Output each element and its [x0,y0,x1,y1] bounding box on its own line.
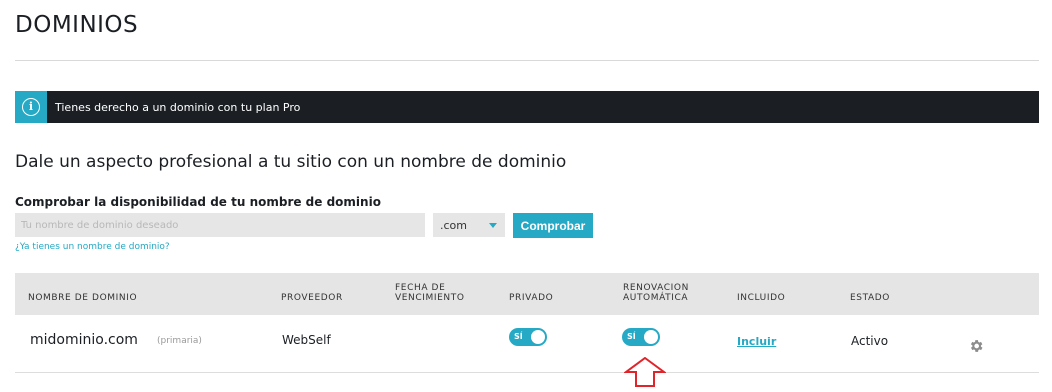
banner-text: Tienes derecho a un dominio con tu plan … [55,100,301,114]
domains-table-header: NOMBRE DE DOMINIO PROVEEDOR FECHA DE VEN… [15,273,1039,315]
header-private: PRIVADO [509,293,554,303]
domain-check-label: Comprobar la disponibilidad de tu nombre… [15,195,381,209]
check-availability-button[interactable]: Comprobar [513,213,593,238]
info-banner: i Tienes derecho a un dominio con tu pla… [15,91,1039,123]
auto-renewal-toggle-knob [644,330,658,344]
include-link[interactable]: Incluir [737,335,776,348]
header-expiry-line2: VENCIMIENTO [395,293,465,303]
header-renewal-line1: RENOVACION [623,283,689,293]
auto-renewal-toggle-label: SÍ [627,332,636,341]
privacy-toggle-knob [531,330,545,344]
header-domain-name: NOMBRE DE DOMINIO [28,293,138,303]
domain-search-input[interactable] [15,213,425,237]
header-expiry: FECHA DE VENCIMIENTO [395,283,465,303]
primary-tag: (primaria) [157,336,202,346]
row-divider [15,372,1039,373]
header-status: ESTADO [850,293,890,303]
header-expiry-line1: FECHA DE [395,283,446,293]
tld-select-value: .com [440,218,467,232]
tld-select[interactable]: .com [433,213,505,237]
own-domain-link[interactable]: ¿Ya tienes un nombre de dominio? [15,242,170,252]
header-provider: PROVEEDOR [281,293,343,303]
chevron-down-icon [489,223,497,228]
banner-icon-box: i [15,91,47,123]
gear-icon[interactable] [968,338,984,354]
auto-renewal-toggle[interactable]: SÍ [622,328,660,346]
header-renewal: RENOVACION AUTOMÁTICA [623,283,689,303]
privacy-toggle[interactable]: SÍ [509,328,547,346]
info-icon: i [22,98,40,116]
header-renewal-line2: AUTOMÁTICA [623,293,689,303]
header-included: INCLUIDO [737,293,786,303]
domain-name: midominio.com [30,332,138,348]
title-divider [15,60,1039,61]
privacy-toggle-label: SÍ [514,332,523,341]
status-value: Activo [851,334,889,348]
page-title: DOMINIOS [15,12,139,38]
provider-value: WebSelf [282,333,331,347]
section-headline: Dale un aspecto profesional a tu sitio c… [15,152,567,172]
up-arrow-icon [624,357,666,387]
